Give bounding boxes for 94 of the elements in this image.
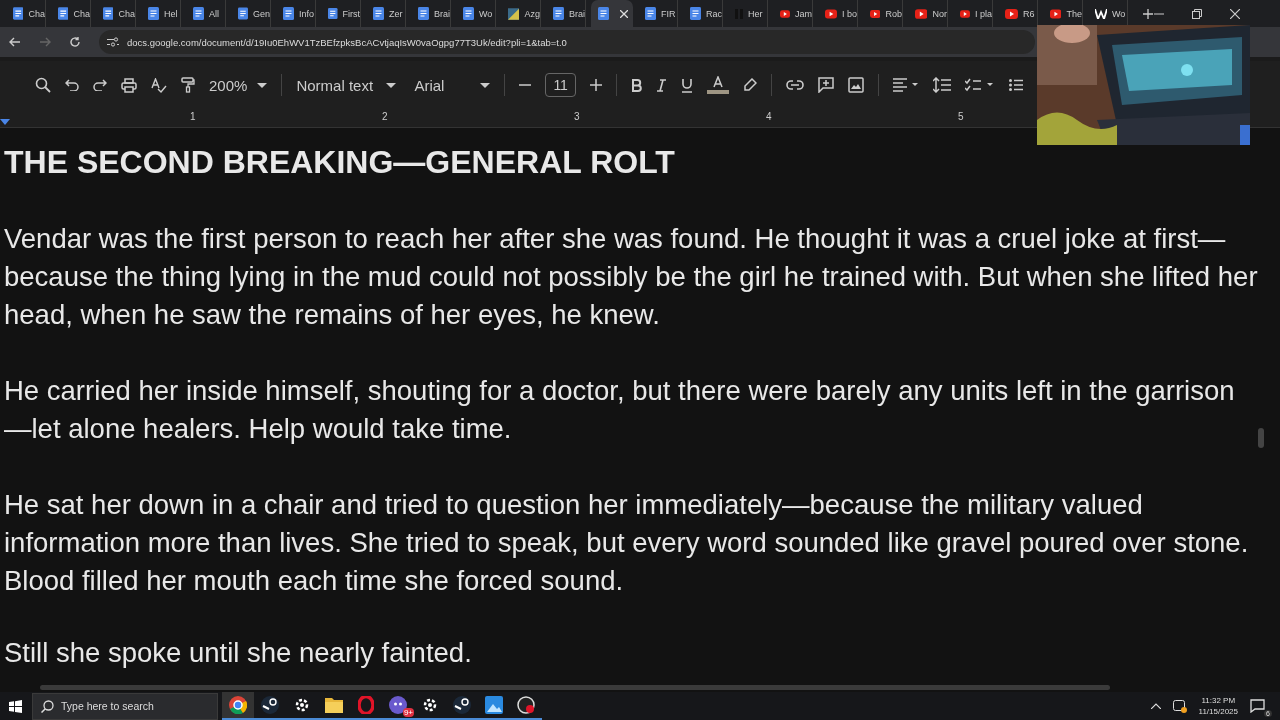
photos-app-icon [485,696,503,714]
address-field[interactable]: docs.google.com/document/d/19Iu0EhWV1TzBEfzpksBcACvtjaqIsW0vaOgpg77T3Uk/edit?pli=1&tab=t.0 [99,30,1035,54]
align-left-icon[interactable] [892,78,919,92]
notification-icon[interactable] [1250,699,1266,713]
search-icon [41,699,54,713]
undo-icon[interactable] [65,79,79,91]
chevron-up-icon[interactable] [1150,703,1161,709]
doc-icon [373,7,384,20]
record-app-icon [517,696,535,714]
spellcheck-icon[interactable] [151,77,167,93]
paragraph: Vendar was the first person to reach her after she was found. He thought it was a cruel joke at first—because the thing lying in the mud could not possibly be the girl he trained with. But when she lifted her head, when he saw the remains of her eyes, he knew. [4,222,1258,332]
tray-app-icon[interactable] [1172,699,1187,713]
site-settings-icon[interactable] [107,37,119,47]
doc-icon [148,7,159,20]
underline-icon[interactable] [680,77,693,93]
paragraph: Still she spoke until she nearly fainted. [4,638,473,668]
windows-start-icon[interactable] [9,699,22,713]
doc-icon [553,7,564,20]
video-icon [780,8,790,19]
caret-icon [480,82,491,88]
indent-marker-icon[interactable] [0,119,10,125]
italic-icon[interactable] [655,78,667,92]
doc-icon [418,7,429,20]
video-icon [1050,8,1062,19]
folder-app-icon [325,697,343,713]
scrollbar[interactable] [40,684,1110,690]
add-comment-icon[interactable] [817,77,834,93]
video-icon [870,8,881,19]
ruler-number: 1 [190,111,197,122]
url-text: docs.google.com/document/d/19Iu0EhWV1TzBEfzpksBcACvtjaqIsW0vaOgpg77T3Uk/edit?pli=1&tab=t.0 [127,36,567,48]
plus-icon[interactable] [589,79,602,91]
search-icon[interactable] [35,77,51,93]
steam-app-icon [453,696,471,714]
letter-icon [1095,8,1107,19]
text-color-icon[interactable] [706,76,729,94]
gear-app-icon [293,696,311,714]
close-icon[interactable] [1230,8,1240,19]
link-icon[interactable] [785,80,804,90]
doc-icon [328,7,338,20]
taskbar-search-field[interactable]: Type here to search [32,692,218,720]
close-icon[interactable] [620,9,628,18]
doc-icon [598,7,609,20]
style-dropdown[interactable]: Normal text [296,76,397,94]
taskbar-button[interactable]: 9+ [382,692,414,720]
doc-icon [58,7,69,20]
video-icon [915,8,928,19]
back-icon[interactable] [9,36,21,48]
caret-icon [386,82,397,88]
paint-roller-icon[interactable] [181,77,195,93]
taskbar-button[interactable] [222,692,254,720]
doc-icon [193,7,204,20]
zoom-dropdown[interactable]: 200% [209,76,268,94]
new-tab-icon[interactable] [1143,8,1153,19]
browser-tab[interactable] [591,0,633,27]
opera-app-icon [358,696,374,714]
doc-icon [13,7,24,20]
ruler-number: 2 [382,111,389,122]
bulleted-list-icon[interactable] [1008,79,1023,91]
caret-icon [257,82,268,88]
scrollbar[interactable] [1258,428,1264,448]
video-icon [1005,8,1018,19]
ruler-number: 3 [574,111,581,122]
image-icon [508,7,520,20]
doc-icon [463,7,474,20]
line-spacing-icon[interactable] [932,77,951,93]
chrome-app-icon [229,696,247,714]
ruler-number: 5 [958,111,965,122]
doc-icon [103,7,114,20]
document-heading: THE SECOND BREAKING—GENERAL ROLT [4,143,676,182]
image-icon[interactable] [847,77,864,93]
font-size-field[interactable]: 11 [545,73,576,97]
video-icon [825,8,837,19]
video-icon [960,8,970,19]
paragraph: He sat her down in a chair and tried to question her immediately—because the military valued information more than lives. She tried to speak, but every word sounded like gravel poured over stone. Blood filled her mouth each time she forced sound. [4,488,1250,598]
doc-icon [690,7,701,20]
restore-icon[interactable] [1192,8,1202,19]
redo-icon[interactable] [93,79,107,91]
print-icon[interactable] [121,77,137,93]
doc-icon [645,7,656,20]
reload-icon[interactable] [69,36,81,48]
highlighter-icon[interactable] [742,78,757,92]
doc-icon [283,7,294,20]
steam-app-icon [261,696,279,714]
paragraph: He carried her inside himself, shouting for a doctor, but there were barely any units left in the garrison—let alone healers. Help would take time. [4,374,1236,446]
time-text: 11:32 PM [1201,695,1236,706]
date-text: 11/15/2025 [1198,706,1238,717]
doc-icon [238,7,248,20]
gear-app-icon [421,696,439,714]
clock[interactable]: 11:32 PM 11/15/2025 [1198,695,1238,717]
checklist-icon[interactable] [964,78,995,92]
notification-badge: 9+ [402,708,414,717]
bold-icon[interactable] [630,78,642,92]
ruler-number: 4 [766,111,773,122]
font-dropdown[interactable]: Arial [414,76,491,94]
